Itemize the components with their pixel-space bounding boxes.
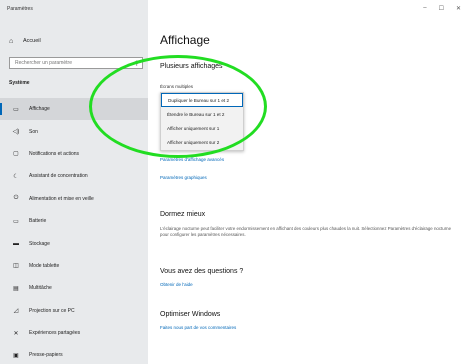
- sidebar-nav: ▭ Affichage ◁) Son ▢ Notifications et ac…: [0, 98, 148, 364]
- sidebar-item-son[interactable]: ◁) Son: [0, 120, 148, 142]
- main-content: – ☐ ✕ Affichage Plusieurs affichages Écr…: [148, 0, 467, 364]
- maximize-icon[interactable]: ☐: [439, 5, 444, 12]
- sleep-better-heading: Dormez mieux: [160, 211, 206, 218]
- section-label: Système: [9, 80, 30, 86]
- sidebar-item-label: Mode tablette: [29, 262, 60, 269]
- sidebar-item-shared-experiences[interactable]: ✕ Expériences partagées: [0, 322, 148, 344]
- sidebar-item-label: Multitâche: [29, 285, 52, 292]
- sidebar: Paramètres ⌂ Accueil ⚲ Système ▭ Afficha…: [0, 0, 148, 364]
- multiple-displays-heading: Plusieurs affichages: [160, 63, 223, 70]
- settings-window: Paramètres ⌂ Accueil ⚲ Système ▭ Afficha…: [0, 0, 467, 364]
- tablet-mode-icon: ◫: [13, 263, 19, 270]
- sidebar-item-battery[interactable]: ▭ Batterie: [0, 210, 148, 232]
- sidebar-item-label: Son: [29, 128, 38, 135]
- sidebar-item-label: Presse-papiers: [29, 352, 63, 359]
- sidebar-item-label: Notifications et actions: [29, 150, 80, 157]
- feedback-link[interactable]: Faites nous part de vos commentaires: [160, 325, 236, 330]
- multiple-displays-label: Écrans multiples: [160, 84, 194, 89]
- search-icon[interactable]: ⚲: [135, 60, 139, 67]
- sidebar-item-notifications[interactable]: ▢ Notifications et actions: [0, 143, 148, 165]
- sidebar-item-label: Batterie: [29, 218, 47, 225]
- clipboard-icon: ▣: [13, 352, 19, 359]
- sidebar-item-label: Affichage: [29, 106, 50, 113]
- dropdown-option-duplicate[interactable]: Dupliquer le Bureau sur 1 et 2: [161, 93, 243, 108]
- search-box[interactable]: ⚲: [9, 57, 143, 69]
- sleep-better-description: L'éclairage nocturne peut faciliter votr…: [160, 226, 452, 238]
- home-label: Accueil: [23, 38, 41, 44]
- sidebar-item-label: Stockage: [29, 240, 50, 247]
- graphics-settings-link[interactable]: Paramètres graphiques: [160, 175, 207, 180]
- projection-icon: ◿: [13, 308, 19, 315]
- sidebar-item-projection[interactable]: ◿ Projection sur ce PC: [0, 300, 148, 322]
- window-controls: – ☐ ✕: [423, 5, 461, 12]
- monitor-icon: ▭: [13, 106, 19, 113]
- sidebar-item-clipboard[interactable]: ▣ Presse-papiers: [0, 344, 148, 364]
- sidebar-item-tablet-mode[interactable]: ◫ Mode tablette: [0, 255, 148, 277]
- sidebar-item-label: Alimentation et mise en veille: [29, 195, 94, 202]
- home-icon: ⌂: [9, 37, 14, 45]
- advanced-display-settings-link[interactable]: Paramètres d'affichage avancés: [160, 157, 224, 162]
- shared-experiences-icon: ✕: [13, 330, 19, 337]
- notifications-icon: ▢: [13, 151, 19, 158]
- sidebar-item-power[interactable]: ⏻ Alimentation et mise en veille: [0, 188, 148, 210]
- sidebar-item-label: Projection sur ce PC: [29, 307, 75, 314]
- home-link[interactable]: ⌂ Accueil: [9, 36, 41, 46]
- app-title: Paramètres: [7, 6, 33, 12]
- get-help-link[interactable]: Obtenir de l'aide: [160, 282, 193, 287]
- sidebar-item-affichage[interactable]: ▭ Affichage: [0, 98, 148, 121]
- dropdown-option-only-1[interactable]: Afficher uniquement sur 1: [161, 121, 243, 135]
- storage-icon: ▬: [13, 240, 19, 247]
- dropdown-option-only-2[interactable]: Afficher uniquement sur 2: [161, 136, 243, 150]
- focus-assist-icon: ☾: [13, 173, 19, 180]
- page-title: Affichage: [160, 33, 210, 47]
- sidebar-item-focus-assist[interactable]: ☾ Assistant de concentration: [0, 165, 148, 187]
- minimize-icon[interactable]: –: [423, 5, 426, 12]
- multitasking-icon: ▤: [13, 285, 19, 292]
- battery-icon: ▭: [13, 218, 19, 225]
- sidebar-item-label: Assistant de concentration: [29, 173, 88, 180]
- sidebar-item-storage[interactable]: ▬ Stockage: [0, 232, 148, 254]
- multiple-displays-dropdown[interactable]: Dupliquer le Bureau sur 1 et 2 Étendre l…: [160, 92, 244, 151]
- sound-icon: ◁): [12, 129, 20, 136]
- optimize-heading: Optimiser Windows: [160, 311, 221, 318]
- power-icon: ⏻: [13, 195, 19, 202]
- close-icon[interactable]: ✕: [456, 5, 461, 12]
- dropdown-option-extend[interactable]: Étendre le Bureau sur 1 et 2: [161, 107, 243, 121]
- questions-heading: Vous avez des questions ?: [160, 268, 244, 275]
- search-input[interactable]: [15, 60, 125, 66]
- sidebar-item-label: Expériences partagées: [29, 330, 81, 337]
- sidebar-item-multitasking[interactable]: ▤ Multitâche: [0, 277, 148, 299]
